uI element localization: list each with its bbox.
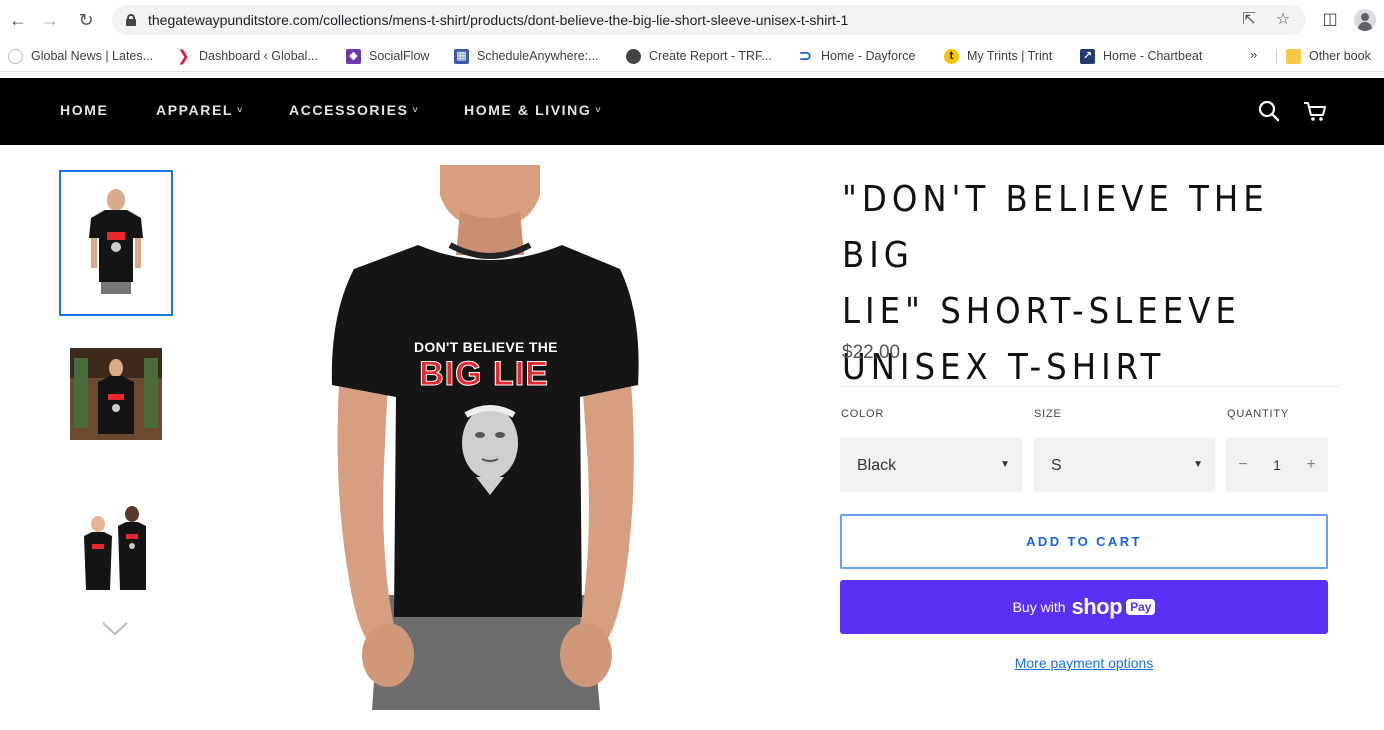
tshirt-model-image	[300, 165, 670, 710]
nav-home[interactable]: HOME	[60, 102, 108, 118]
product-title-line3: UNISEX T-SHIRT	[842, 347, 1166, 388]
chartbeat-icon: ↗	[1080, 48, 1095, 64]
bookmark-dashboard[interactable]: ❯ Dashboard ‹ Global...	[176, 47, 318, 65]
quantity-label: QUANTITY	[1227, 408, 1290, 420]
share-icon[interactable]: ⇱	[1240, 11, 1258, 29]
dropdown-arrow-icon: ▼	[1000, 459, 1010, 470]
bookmark-scheduleanywhere[interactable]: ▦ ScheduleAnywhere:...	[454, 47, 599, 65]
shirt-print-line1: DON'T BELIEVE THE	[414, 339, 558, 355]
size-label: SIZE	[1034, 408, 1062, 420]
chevron-down-icon: ˅	[595, 105, 603, 115]
search-icon[interactable]	[1256, 98, 1282, 124]
chevron-down-icon[interactable]	[100, 618, 130, 638]
address-bar[interactable]: thegatewaypunditstore.com/collections/me…	[112, 5, 1306, 35]
bookmark-create-report[interactable]: Create Report - TRF...	[626, 47, 772, 65]
chevron-down-icon: ˅	[237, 105, 244, 115]
bookmark-label: ScheduleAnywhere:...	[477, 49, 599, 63]
browser-toolbar: ← → ↻ thegatewaypunditstore.com/collecti…	[0, 0, 1384, 40]
color-select[interactable]: Black ▼	[840, 438, 1022, 492]
thumbnail-3-image	[74, 500, 160, 592]
color-select-value: Black	[857, 457, 897, 474]
pay-badge: Pay	[1126, 599, 1156, 615]
shop-logo: shop	[1071, 594, 1123, 619]
bookmark-global-news[interactable]: Global News | Lates...	[8, 47, 153, 65]
thumbnail-3[interactable]	[74, 500, 160, 592]
folder-icon	[1286, 48, 1301, 64]
shop-pay-buy-with: Buy with	[1012, 599, 1066, 615]
url-text[interactable]: thegatewaypunditstore.com/collections/me…	[148, 12, 848, 28]
forward-arrow-icon[interactable]: →	[38, 8, 62, 32]
bookmark-trint[interactable]: t My Trints | Trint	[944, 47, 1052, 65]
back-arrow-icon[interactable]: ←	[6, 8, 30, 32]
bookmarks-bar: Global News | Lates... ❯ Dashboard ‹ Glo…	[0, 40, 1384, 72]
product-title-line2: LIE" SHORT-SLEEVE	[842, 291, 1241, 332]
shirt-print-line2: BIG LIE	[419, 355, 549, 394]
quantity-input[interactable]	[1262, 448, 1292, 482]
thumbnail-1-image	[61, 172, 171, 314]
divider	[840, 386, 1340, 387]
nav-home-living[interactable]: HOME & LIVING ˅	[464, 102, 602, 118]
product-title: "DON'T BELIEVE THE BIG LIE" SHORT-SLEEVE…	[842, 172, 1342, 396]
bookmark-label: Home - Chartbeat	[1103, 49, 1203, 63]
nav-apparel[interactable]: APPAREL ˅	[156, 102, 244, 118]
side-panel-icon[interactable]: ◫	[1318, 8, 1342, 32]
reload-icon[interactable]: ↻	[74, 8, 98, 32]
bookmarks-overflow-button[interactable]: »	[1250, 47, 1257, 62]
product-price: $22.00	[842, 342, 901, 363]
nav-accessories-label: ACCESSORIES	[289, 102, 409, 118]
quantity-increase-button[interactable]: +	[1296, 438, 1326, 492]
add-to-cart-button[interactable]: ADD TO CART	[840, 514, 1328, 569]
other-bookmarks-folder[interactable]: Other book	[1286, 47, 1371, 65]
nav-accessories[interactable]: ACCESSORIES ˅	[289, 102, 419, 118]
bookmark-label: Other book	[1309, 49, 1371, 63]
socialflow-icon: ◆	[346, 48, 361, 64]
red-arrow-icon: ❯	[177, 47, 190, 65]
dropdown-arrow-icon: ▼	[1193, 459, 1203, 470]
bookmark-label: Home - Dayforce	[821, 49, 916, 63]
nav-home-living-label: HOME & LIVING	[464, 102, 592, 118]
globe-icon	[8, 48, 23, 64]
bookmark-chartbeat[interactable]: ↗ Home - Chartbeat	[1080, 47, 1202, 65]
schedule-icon: ▦	[454, 48, 469, 64]
cart-icon[interactable]	[1302, 98, 1328, 124]
bookmark-label: My Trints | Trint	[967, 49, 1053, 63]
lock-icon[interactable]	[126, 14, 136, 26]
bookmarks-separator	[1276, 49, 1277, 64]
star-icon[interactable]: ☆	[1274, 11, 1292, 29]
nav-apparel-label: APPAREL	[156, 102, 234, 118]
bookmark-label: Global News | Lates...	[31, 49, 154, 63]
bookmark-socialflow[interactable]: ◆ SocialFlow	[346, 47, 429, 65]
store-navigation: HOME APPAREL ˅ ACCESSORIES ˅ HOME & LIVING…	[0, 78, 1384, 145]
quantity-decrease-button[interactable]: −	[1228, 438, 1258, 492]
bookmark-label: SocialFlow	[369, 49, 430, 63]
more-payment-options-link[interactable]: More payment options	[840, 655, 1328, 671]
color-label: COLOR	[841, 408, 885, 420]
size-select-value: S	[1051, 457, 1062, 474]
thumbnail-2-image	[70, 348, 162, 440]
thumbnail-1[interactable]	[59, 170, 173, 316]
globe-icon	[626, 48, 641, 64]
bookmark-label: Create Report - TRF...	[649, 49, 772, 63]
shop-pay-button[interactable]: Buy with shop Pay	[840, 580, 1328, 634]
bookmark-label: Dashboard ‹ Global...	[199, 49, 318, 63]
chevron-down-icon: ˅	[412, 105, 420, 115]
bookmark-dayforce[interactable]: ⊃ Home - Dayforce	[798, 47, 916, 65]
product-title-line1: "DON'T BELIEVE THE BIG	[842, 179, 1269, 276]
size-select[interactable]: S ▼	[1034, 438, 1215, 492]
trint-icon: t	[944, 48, 959, 64]
main-product-image[interactable]: DON'T BELIEVE THE BIG LIE	[300, 165, 670, 710]
thumbnail-2[interactable]	[70, 348, 162, 440]
nav-home-label: HOME	[60, 102, 109, 118]
profile-avatar-icon[interactable]	[1354, 9, 1376, 31]
dayforce-icon: ⊃	[798, 47, 813, 65]
quantity-stepper: − +	[1226, 438, 1328, 492]
